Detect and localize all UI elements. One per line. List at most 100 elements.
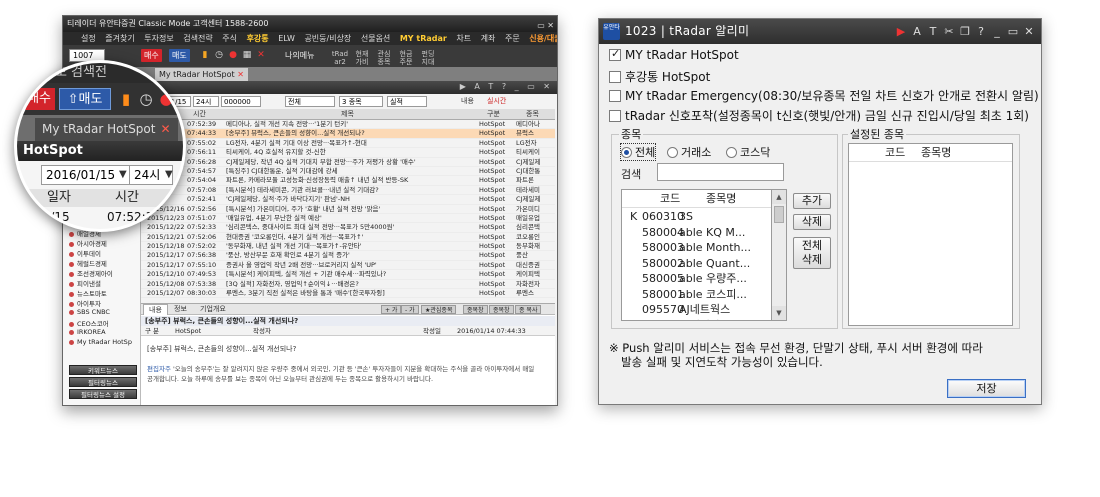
close-x-icon[interactable]: ✕ [255,49,267,62]
font-up-button[interactable]: + 가 [381,305,402,314]
tab-company[interactable]: 기업개요 [195,304,231,315]
option-my-tradar-hotspot[interactable]: MY tRadar HotSpot [609,47,739,62]
all-select[interactable]: 전체 [285,96,335,107]
filtered-news-button[interactable]: 필터링뉴스 [69,377,137,387]
radio-all[interactable]: 전체 [619,143,657,161]
table-row[interactable]: 2015/12/22 07:52:33 '심리콘텍스, 중대사이트 최대 실적 전망… [141,223,555,233]
my-menu-label[interactable]: 나의메뉴 [285,52,314,60]
text-icon[interactable]: T [925,19,941,44]
checkbox-checked[interactable] [609,47,621,61]
mini-btn-fund[interactable]: 펀딩 지대 [419,50,437,66]
alert-icon[interactable]: ● [157,90,175,108]
hour-select[interactable]: 24시 [193,96,219,107]
list-item[interactable]: 068400AJ렌터카 [622,318,771,321]
source-item[interactable]: 조선경제아이 [69,268,113,278]
mini-btn-price[interactable]: 현재 가비 [353,50,371,66]
table-row[interactable]: 07:55:02 LG전자, 4분기 실적 기대 이상 전망···목표가↑-현대 H… [141,139,555,149]
mini-btn-watchlist[interactable]: 관심 종목 [375,50,393,66]
table-row[interactable]: 07:54:04 파트론, 카메라모듈 고성능화·신성장동력 매출↑ 내년 실적 … [141,176,555,186]
source-item[interactable]: 아이투자 [69,298,101,308]
source-item[interactable]: 이투데이 [69,248,101,258]
radio-kospi-exchange[interactable]: 거래소 [667,144,711,160]
chart-icon[interactable]: ▮ [199,49,211,62]
play-icon[interactable]: ▶ [893,19,909,44]
list-item[interactable]: 095570 AJ네트웍스 [622,302,771,318]
tab-info[interactable]: 정보 [169,304,192,315]
menu-order[interactable]: 주문 [505,34,520,43]
category-select[interactable]: 실적 [387,96,427,107]
stock-search-input[interactable] [657,163,784,181]
menu-elw[interactable]: ELW [278,34,295,43]
menu-otc[interactable]: 공빈둥/비상장 [304,34,351,43]
col-code[interactable]: 코드 [660,190,680,208]
clock-icon[interactable]: ◷ [213,49,225,62]
scroll-up-icon[interactable]: ▲ [772,190,786,204]
filter-settings-button[interactable]: 필터링뉴스 설정 [69,389,137,399]
menu-credit[interactable]: 신용/대출/대여 [529,34,557,43]
option-my-tradar-emergency[interactable]: MY tRadar Emergency(08:30/보유종목 전일 차트 신호가… [609,87,1039,104]
realtime-checkbox[interactable]: 실시간 [487,96,506,106]
col-name[interactable]: 종목명 [706,190,736,208]
stock-window-button-2[interactable]: 종목창 [489,305,514,314]
maximize-icon[interactable]: ▭ [1005,19,1021,44]
scroll-down-icon[interactable]: ▼ [772,306,786,320]
source-item[interactable]: 아시아경제 [69,238,107,248]
menu-hugangtong[interactable]: 후강통 [247,34,269,43]
add-button[interactable]: 추가 [793,193,831,209]
table-row[interactable]: 2015/12/17 07:55:10 증권사 올 영업익 작년 2배 전망···브… [141,261,555,271]
checkbox[interactable] [609,90,621,102]
table-row[interactable]: 07:57:08 [특시분석] 테라세미콘, 기관 러브콜···내년 실적 기대감… [141,186,555,196]
menu-futures[interactable]: 선물옵션 [361,34,390,43]
table-row[interactable]: 2015/12/18 07:52:02 '동부화재, 내년 실적 개선 기대···목… [141,242,555,252]
zoom-sell-button[interactable]: 매수 [17,88,55,110]
menu-my-tradar[interactable]: MY tRadar [400,34,447,43]
menu-favorites[interactable]: 즐겨찾기 [105,34,134,43]
table-row[interactable]: 2015/12/08 07:53:38 [3Q 실적] 자화전자, 영업익↑순이익↓… [141,280,555,290]
radio-selected[interactable] [621,147,632,158]
mini-btn-tradar2[interactable]: tRad ar2 [331,50,349,66]
radio-kosdaq[interactable]: 코스닥 [726,144,770,160]
list-item[interactable]: 580005 able 우량주... [622,271,771,287]
table-row[interactable]: 07:44:33 [송부주] 뷰럭스, 큰손들의 성향이...실적 개선되나? Ho… [141,129,555,139]
delete-all-button[interactable]: 전체 삭제 [793,237,831,269]
source-item[interactable]: 피이낸셜 [69,278,101,288]
menu-invest-info[interactable]: 투자정보 [144,34,173,43]
set-col-name[interactable]: 종목명 [921,144,951,162]
table-row[interactable]: 07:52:39 메디아나, 실적 개선 지속 전망···'1분기 턴키' HotS… [141,120,555,130]
stock-window-button[interactable]: 종목창 [463,305,488,314]
tab-close-icon[interactable]: ✕ [237,70,244,79]
col-source[interactable]: 구분 [487,109,500,120]
content-checkbox[interactable]: 내용 [461,96,474,106]
font-icon[interactable]: A [909,19,925,44]
restore-icon[interactable]: ❐ [957,19,973,44]
menu-search-strategy[interactable]: 검색전략 [183,34,212,43]
scroll-thumb[interactable] [774,206,784,223]
zoom-tab-hotspot[interactable]: My tRadar HotSpot ✕ [35,118,178,141]
minimize-icon[interactable]: _ [989,19,1005,44]
option-hugangtong-hotspot[interactable]: 후강통 HotSpot [609,68,710,85]
close-icon[interactable]: ✕ [1021,19,1037,44]
table-row[interactable]: 2015/12/23 07:51:07 '매일유업, 4분기 무난한 실적 예상' H… [141,214,555,224]
clock-icon[interactable]: ◷ [137,90,155,108]
menu-chart[interactable]: 차트 [456,34,471,43]
menu-stock[interactable]: 주식 [222,34,237,43]
col-stock[interactable]: 종목 [526,109,539,120]
bar-chart-icon[interactable]: ▮ [117,90,135,108]
table-row[interactable]: 07:56:28 CJ제일제당, 작년 4Q 실적 기대치 부합 전망···주가 … [141,158,555,167]
tab-close-icon[interactable]: ✕ [160,122,170,136]
stock-list-scrollbar[interactable]: ▲ ▼ [772,189,787,321]
mini-btn-cash-order[interactable]: 현금 주문 [397,50,415,66]
buy-order-button[interactable]: 매도 [169,49,190,62]
checkbox[interactable] [609,71,621,83]
source-item[interactable]: SBS CNBC [69,308,110,316]
sell-order-button[interactable]: 매수 [141,49,162,62]
table-row[interactable]: 2015/12/07 08:30:03 루멘스, 3분기 직전 실적은 바탕을 통과… [141,289,555,299]
radio[interactable] [726,147,737,158]
panel-window-icons[interactable]: ▶ A T ? _ ▭ ✕ [460,82,553,91]
font-down-button[interactable]: - 가 [401,305,419,314]
code-input[interactable]: 000000 [221,96,261,107]
table-row[interactable]: 07:56:11 티씨케이, 4Q 호실적 유지할 것-신한 HotSpot 티씨케이 [141,148,555,158]
keyword-news-button[interactable]: 키워드뉴스 [69,365,137,375]
list-item[interactable]: 580003 able Month... [622,240,771,256]
source-item[interactable]: 헤럴드경제 [69,258,107,268]
